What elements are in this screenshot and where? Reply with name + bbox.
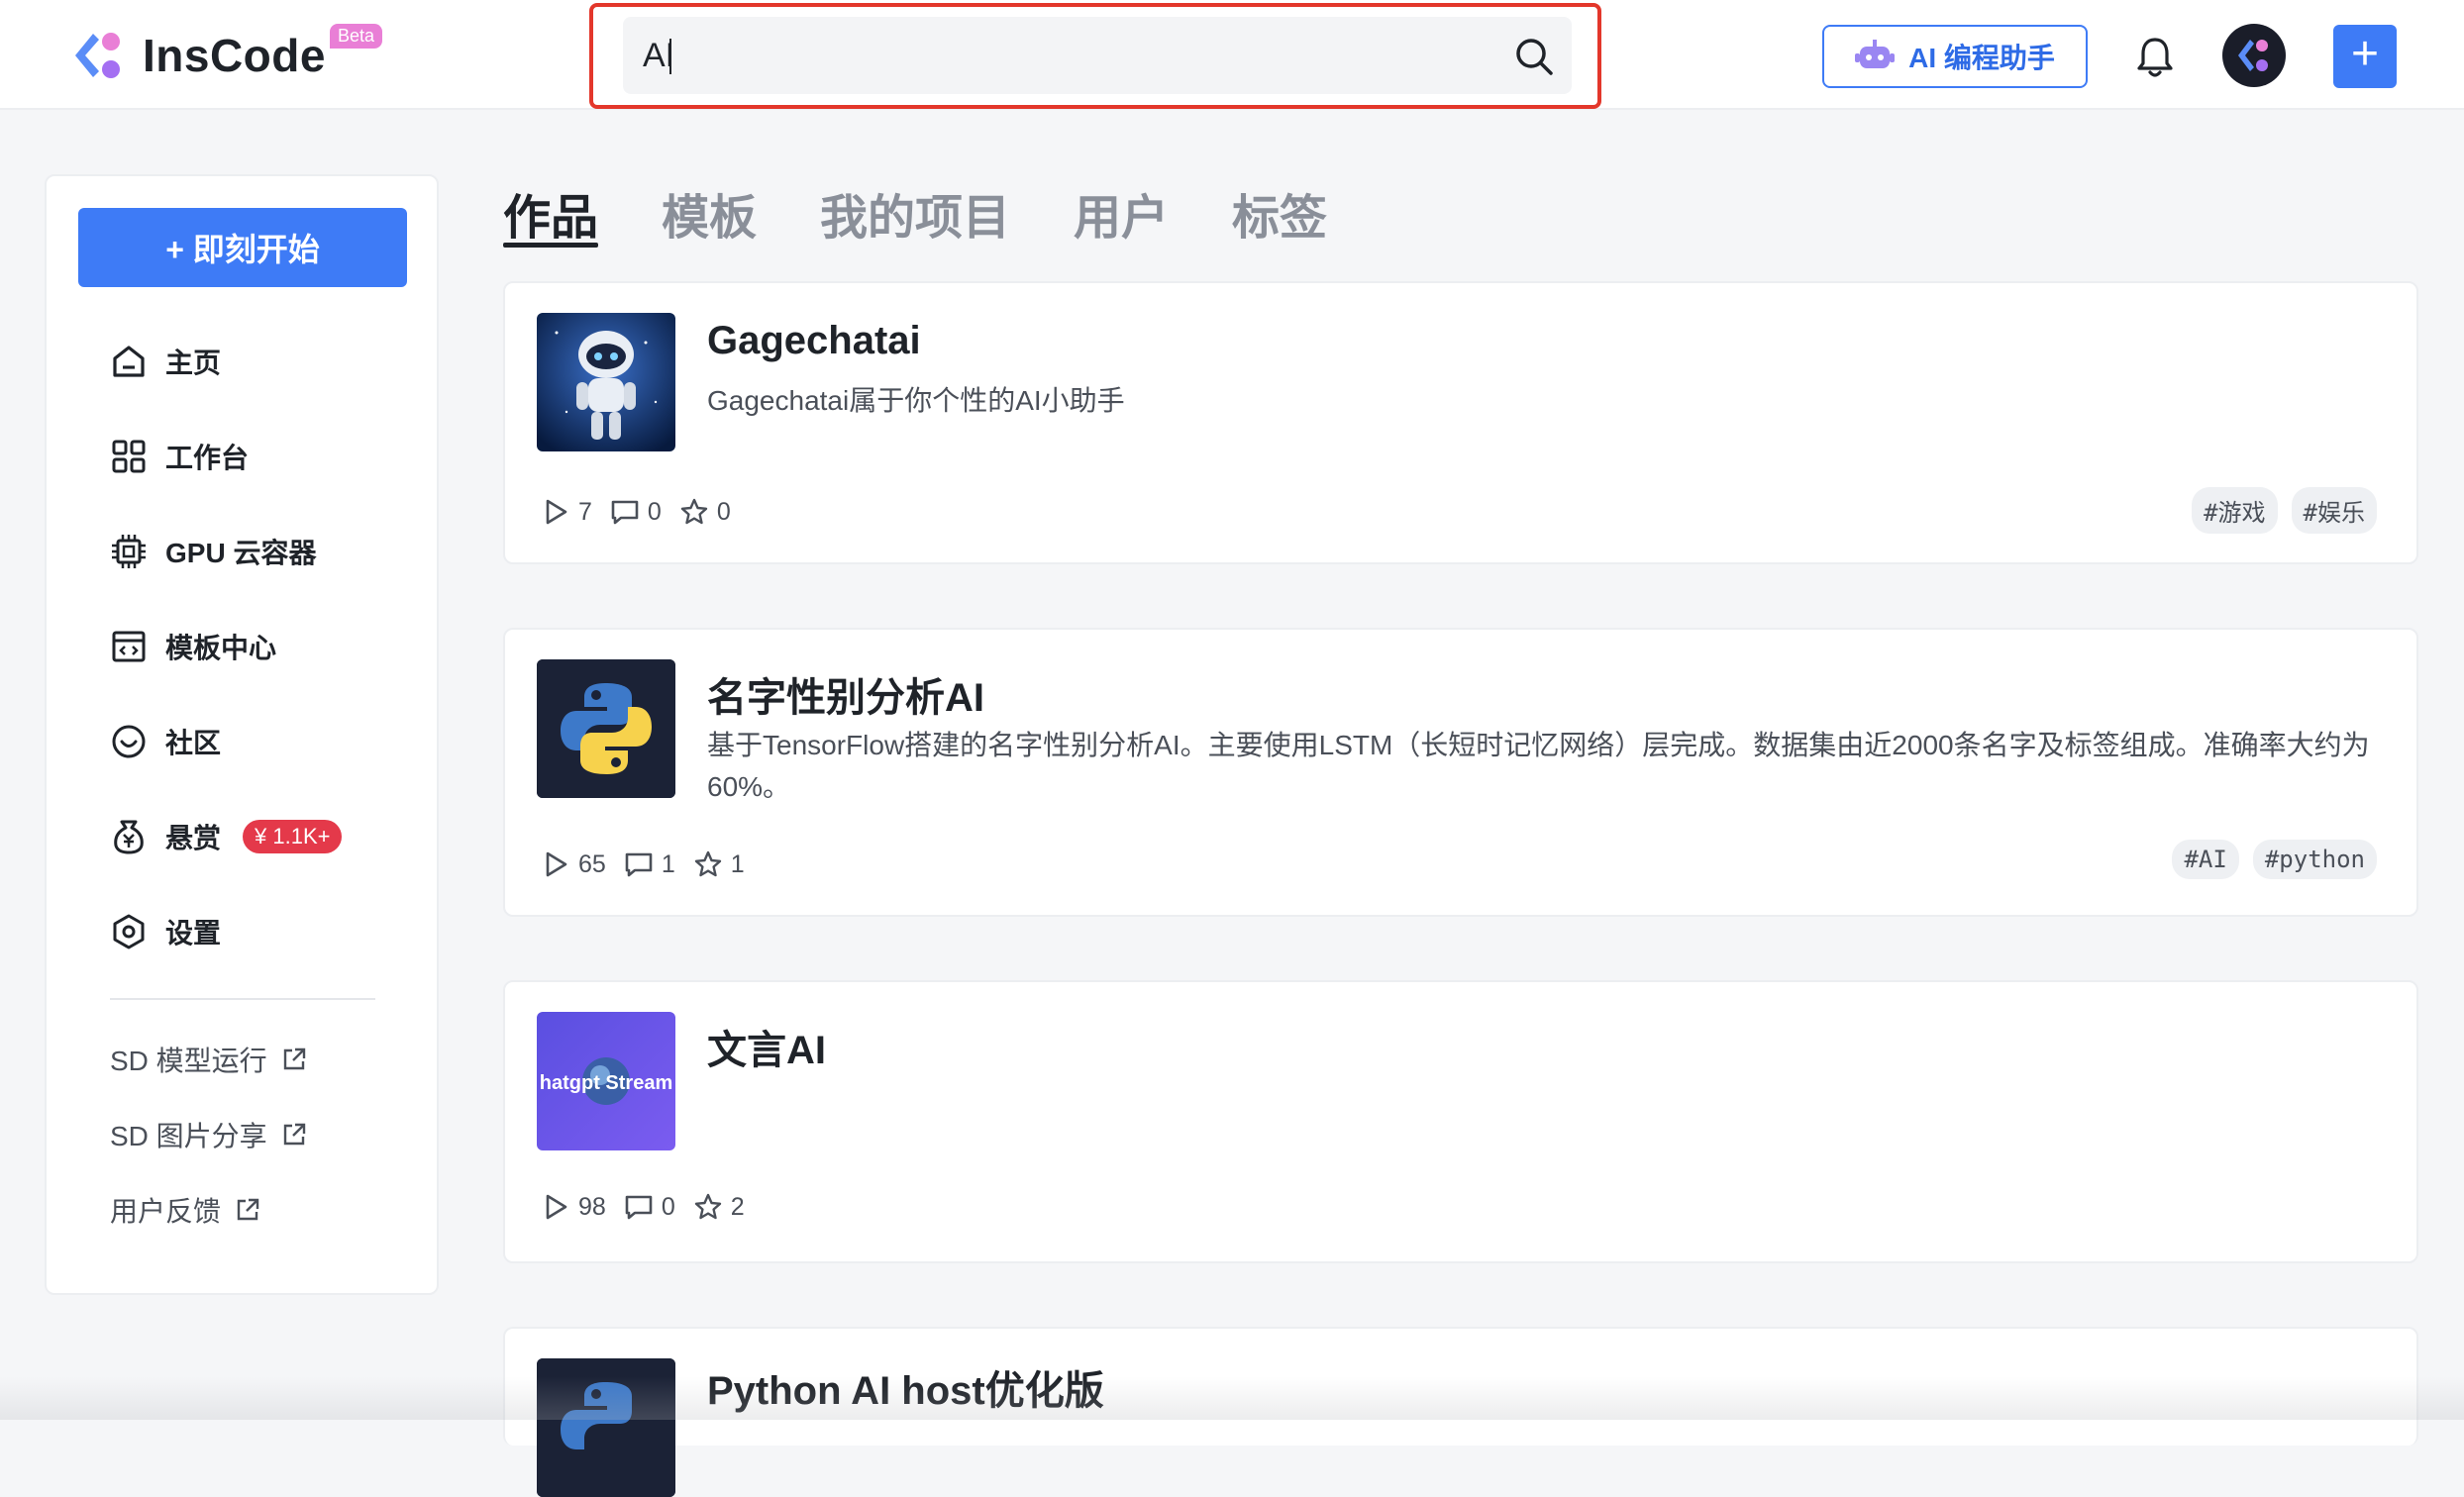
project-tags: #游戏 #娱乐 xyxy=(2192,487,2377,534)
bounty-icon xyxy=(114,820,144,854)
search-input[interactable] xyxy=(643,17,1494,94)
play-icon xyxy=(546,1194,567,1220)
comment-count[interactable]: 0 xyxy=(610,497,662,527)
project-stats: 65 1 1 xyxy=(541,849,763,879)
star-count[interactable]: 1 xyxy=(693,849,745,879)
sidebar-item-gpu[interactable]: GPU 云容器 xyxy=(110,527,316,576)
project-stats: 7 0 0 xyxy=(541,497,749,527)
project-thumbnail[interactable]: hatgpt Stream xyxy=(537,1012,675,1150)
tab-my-projects[interactable]: 我的项目 xyxy=(820,178,1010,248)
sidebar-item-label: 模板中心 xyxy=(165,633,277,663)
search-box[interactable] xyxy=(623,17,1572,94)
sidebar-item-workbench[interactable]: 工作台 xyxy=(110,432,249,481)
chip-icon xyxy=(112,535,146,568)
link-label: SD 模型运行 xyxy=(110,1046,267,1076)
sidebar-item-community[interactable]: 社区 xyxy=(110,717,221,766)
external-link-icon xyxy=(283,1048,305,1070)
project-card[interactable]: hatgpt Stream 文言AI 98 0 2 xyxy=(503,980,2418,1263)
run-count: 65 xyxy=(541,849,606,879)
beta-badge: Beta xyxy=(330,24,383,49)
project-title[interactable]: 名字性别分析AI xyxy=(707,665,984,723)
sidebar-item-label: 设置 xyxy=(165,918,222,948)
project-thumbnail[interactable] xyxy=(537,659,675,798)
bounty-badge: ¥ 1.1K+ xyxy=(243,820,343,853)
tag-chip[interactable]: #游戏 xyxy=(2192,487,2278,534)
comment-icon xyxy=(611,500,639,525)
comment-icon xyxy=(625,1195,653,1220)
ai-assistant-button[interactable]: AI 编程助手 xyxy=(1822,25,2088,88)
sidebar-item-settings[interactable]: 设置 xyxy=(110,907,221,956)
star-count[interactable]: 0 xyxy=(679,497,731,527)
project-description: 基于TensorFlow搭建的名字性别分析AI。主要使用LSTM（长短时记忆网络… xyxy=(707,730,2370,802)
star-icon xyxy=(694,850,721,877)
tag-chip[interactable]: #AI xyxy=(2172,840,2239,879)
star-icon xyxy=(694,1193,721,1220)
ai-assistant-label: AI 编程助手 xyxy=(1908,43,2055,73)
tab-users[interactable]: 用户 xyxy=(1074,178,1169,248)
active-tab-underline xyxy=(503,243,598,248)
sidebar-item-label: 工作台 xyxy=(165,443,250,473)
star-icon xyxy=(680,498,708,525)
start-now-button[interactable]: + 即刻开始 xyxy=(78,208,407,287)
bottom-fade xyxy=(0,1376,2464,1420)
settings-icon xyxy=(113,914,145,949)
community-icon xyxy=(112,725,146,758)
project-title[interactable]: 文言AI xyxy=(707,1018,826,1075)
left-sidebar: + 即刻开始 主页 工作台 GPU 云容器 模板中心 社区 悬赏 ¥ 1.1K+… xyxy=(45,174,439,1295)
external-link-icon xyxy=(283,1123,305,1146)
project-card[interactable]: 名字性别分析AI 基于TensorFlow搭建的名字性别分析AI。主要使用LST… xyxy=(503,628,2418,917)
search-highlight-frame xyxy=(589,3,1601,109)
tab-works[interactable]: 作品 xyxy=(503,178,598,248)
tab-templates[interactable]: 模板 xyxy=(662,178,757,248)
link-label: 用户反馈 xyxy=(110,1196,222,1227)
comment-count[interactable]: 0 xyxy=(624,1192,675,1222)
tab-tags[interactable]: 标签 xyxy=(1232,178,1327,248)
logo-mark-icon xyxy=(71,28,127,83)
home-icon xyxy=(113,346,145,377)
star-count[interactable]: 2 xyxy=(693,1192,745,1222)
project-tags: #AI #python xyxy=(2172,840,2377,879)
robot-icon xyxy=(1855,40,1896,68)
project-thumbnail[interactable] xyxy=(537,313,675,451)
bell-icon[interactable] xyxy=(2135,36,2175,79)
play-icon xyxy=(546,499,567,525)
external-link-icon xyxy=(237,1198,259,1221)
play-icon xyxy=(546,851,567,877)
template-icon xyxy=(112,631,146,662)
inscode-logo[interactable]: InsCode xyxy=(71,26,326,85)
run-count: 98 xyxy=(541,1192,606,1222)
thumbnail-text: hatgpt Stream xyxy=(540,1072,672,1094)
user-avatar[interactable] xyxy=(2222,24,2286,87)
sd-image-share-link[interactable]: SD 图片分享 xyxy=(110,1113,307,1156)
create-plus-button[interactable]: + xyxy=(2333,25,2397,88)
search-icon[interactable] xyxy=(1514,37,1554,76)
sd-model-run-link[interactable]: SD 模型运行 xyxy=(110,1038,307,1081)
tag-chip[interactable]: #娱乐 xyxy=(2291,487,2377,534)
comment-icon xyxy=(625,852,653,877)
user-feedback-link[interactable]: 用户反馈 xyxy=(110,1188,260,1232)
project-description: Gagechatai属于你个性的AI小助手 xyxy=(707,385,1125,416)
comment-count[interactable]: 1 xyxy=(624,849,675,879)
sidebar-item-home[interactable]: 主页 xyxy=(110,337,221,386)
sidebar-item-label: 社区 xyxy=(165,728,222,758)
text-caret xyxy=(669,39,671,74)
sidebar-item-label: 主页 xyxy=(165,348,222,378)
top-header: InsCode Beta AI 编程助手 xyxy=(0,0,2464,110)
sidebar-item-templates[interactable]: 模板中心 xyxy=(110,622,276,671)
logo-text: InsCode xyxy=(143,30,326,81)
tag-chip[interactable]: #python xyxy=(2252,840,2377,879)
project-card[interactable]: Gagechatai Gagechatai属于你个性的AI小助手 7 0 0 #… xyxy=(503,281,2418,564)
run-count: 7 xyxy=(541,497,592,527)
grid-icon xyxy=(112,440,146,473)
sidebar-divider xyxy=(110,998,375,1000)
project-title[interactable]: Gagechatai xyxy=(707,319,921,363)
sidebar-item-bounty[interactable]: 悬赏 ¥ 1.1K+ xyxy=(110,812,343,861)
link-label: SD 图片分享 xyxy=(110,1121,267,1151)
sidebar-item-label: 悬赏 xyxy=(165,823,222,853)
project-stats: 98 0 2 xyxy=(541,1192,763,1222)
sidebar-item-label: GPU 云容器 xyxy=(165,538,317,568)
